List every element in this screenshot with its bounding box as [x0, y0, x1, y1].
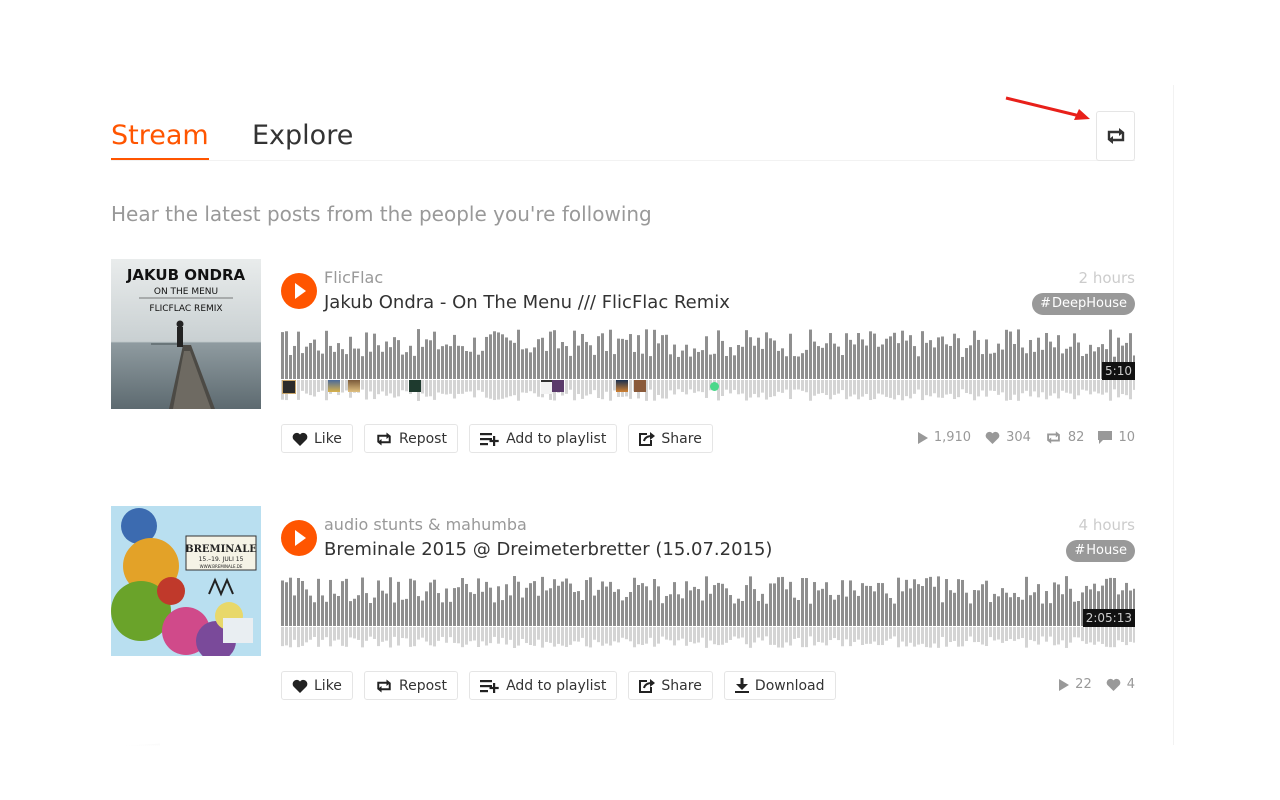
- download-icon: [734, 678, 749, 693]
- repost-icon: [377, 678, 391, 693]
- art-dates: 15.–19. JULI 15: [199, 556, 244, 563]
- red-arrow-annotation: [1005, 96, 1090, 120]
- art-url: WWW.BREMINALE.DE: [200, 564, 243, 569]
- art-release: ON THE MENU: [154, 287, 218, 297]
- genre-tag-label: House: [1086, 543, 1127, 558]
- share-label: Share: [661, 677, 702, 694]
- track-stats: 1,910 304 82 10: [904, 430, 1135, 445]
- reposts-count[interactable]: 82: [1045, 430, 1084, 445]
- art-version: FLICFLAC REMIX: [149, 304, 222, 314]
- like-label: Like: [314, 430, 342, 447]
- track-title[interactable]: Breminale 2015 @ Dreimeterbretter (15.07…: [324, 538, 772, 562]
- repost-icon: [1047, 431, 1060, 444]
- track-actions: Like Repost Add to playlist Share: [281, 424, 719, 453]
- repost-icon: [377, 431, 391, 446]
- waveform[interactable]: [281, 576, 1135, 651]
- download-button[interactable]: Download: [723, 671, 836, 700]
- share-button[interactable]: Share: [628, 671, 713, 700]
- heart-icon: [985, 431, 1000, 444]
- like-button[interactable]: Like: [281, 424, 353, 453]
- add-to-playlist-icon: [480, 679, 499, 693]
- track-title[interactable]: Jakub Ondra - On The Menu /// FlicFlac R…: [324, 291, 730, 315]
- repost-label: Repost: [399, 677, 447, 694]
- add-to-playlist-button[interactable]: Add to playlist: [469, 671, 618, 700]
- track-user[interactable]: FlicFlac: [324, 268, 383, 288]
- plays-count: 22: [1059, 677, 1092, 692]
- add-to-playlist-label: Add to playlist: [506, 430, 607, 447]
- track-stats: 22 4: [1045, 677, 1135, 692]
- track-artwork[interactable]: BREMINALE 15.–19. JULI 15 WWW.BREMINALE.…: [111, 506, 261, 656]
- comment-avatar[interactable]: [409, 380, 421, 392]
- track-artwork[interactable]: JAKUB ONDRA ON THE MENU FLICFLAC REMIX: [111, 259, 261, 409]
- like-label: Like: [314, 677, 342, 694]
- add-to-playlist-label: Add to playlist: [506, 677, 607, 694]
- post-time: 4 hours: [1078, 516, 1135, 534]
- likes-count[interactable]: 4: [1106, 677, 1135, 692]
- comment-avatar[interactable]: [348, 380, 360, 392]
- likes-count[interactable]: 304: [985, 430, 1031, 445]
- waveform[interactable]: [281, 329, 1135, 404]
- repost-icon: [1107, 128, 1124, 144]
- share-icon: [639, 432, 656, 446]
- comment-avatar[interactable]: [634, 380, 646, 392]
- share-icon: [639, 679, 656, 693]
- right-column-divider: [1173, 85, 1174, 745]
- play-count-icon: [1059, 678, 1070, 691]
- like-button[interactable]: Like: [281, 671, 353, 700]
- comment-avatar[interactable]: [328, 380, 340, 392]
- track-user[interactable]: audio stunts & mahumba: [324, 515, 527, 535]
- stream-subtitle: Hear the latest posts from the people yo…: [111, 202, 652, 226]
- comment-avatar[interactable]: [616, 380, 628, 392]
- art-artist: JAKUB ONDRA: [126, 266, 246, 284]
- add-to-playlist-button[interactable]: Add to playlist: [469, 424, 618, 453]
- heart-icon: [1106, 678, 1121, 691]
- track-duration: 2:05:13: [1082, 609, 1135, 627]
- share-button[interactable]: Share: [628, 424, 713, 453]
- play-count-icon: [917, 431, 928, 444]
- post-time: 2 hours: [1078, 269, 1135, 287]
- genre-tag[interactable]: #DeepHouse: [1032, 293, 1135, 315]
- stream-item: BREMINALE 15.–19. JULI 15 WWW.BREMINALE.…: [111, 506, 1135, 706]
- plays-count: 1,910: [917, 430, 971, 445]
- repost-filter-toggle[interactable]: [1096, 111, 1135, 161]
- art-name: BREMINALE: [185, 544, 257, 555]
- repost-button[interactable]: Repost: [364, 424, 458, 453]
- genre-tag-label: DeepHouse: [1052, 296, 1127, 311]
- play-button[interactable]: [281, 520, 317, 556]
- repost-button[interactable]: Repost: [364, 671, 458, 700]
- tab-stream[interactable]: Stream: [111, 118, 209, 160]
- share-label: Share: [661, 430, 702, 447]
- comment-icon: [1098, 431, 1113, 444]
- track-duration: 5:10: [1102, 362, 1135, 380]
- heart-icon: [292, 679, 308, 693]
- comment-avatar[interactable]: [282, 380, 296, 394]
- comment-avatar[interactable]: [552, 380, 564, 392]
- comments-count[interactable]: 10: [1098, 430, 1135, 445]
- comment-avatar[interactable]: [710, 382, 719, 391]
- stream-tabs: Stream Explore: [111, 110, 1135, 161]
- tab-explore[interactable]: Explore: [252, 118, 353, 154]
- download-label: Download: [754, 677, 825, 694]
- play-button[interactable]: [281, 273, 317, 309]
- genre-tag[interactable]: #House: [1066, 540, 1135, 562]
- next-item-artwork: [120, 743, 160, 746]
- track-actions: Like Repost Add to playlist Share Downlo…: [281, 671, 842, 700]
- add-to-playlist-icon: [480, 432, 499, 446]
- repost-label: Repost: [399, 430, 447, 447]
- heart-icon: [292, 432, 308, 446]
- stream-item: JAKUB ONDRA ON THE MENU FLICFLAC REMIX F…: [111, 259, 1135, 459]
